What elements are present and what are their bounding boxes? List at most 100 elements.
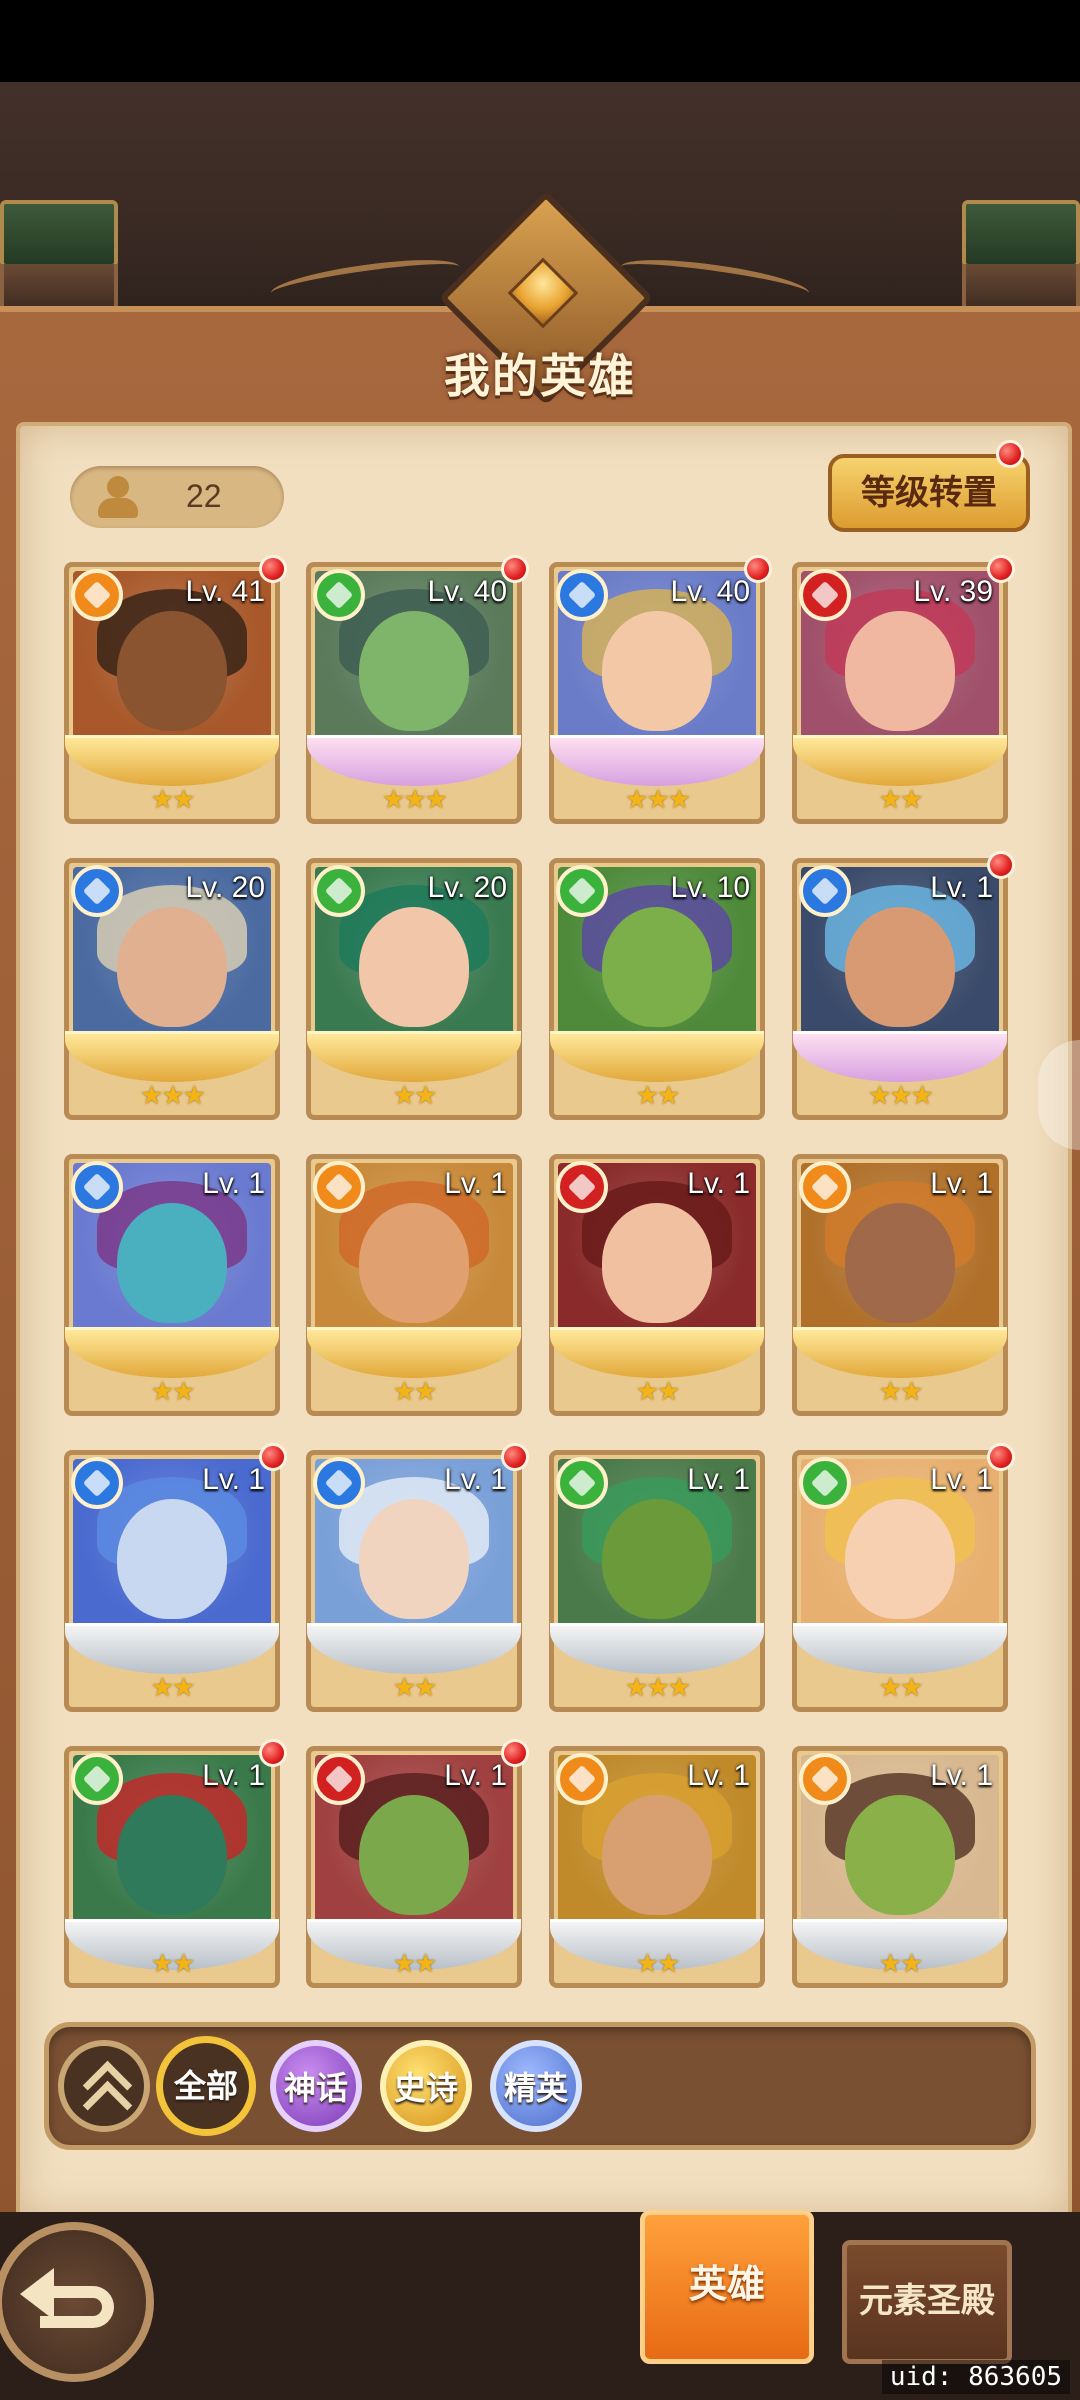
hero-rarity-frame: [793, 1327, 1007, 1378]
hero-card[interactable]: ★★★ Lv. 40: [306, 555, 529, 824]
hero-card[interactable]: ★★★ Lv. 1: [792, 851, 1015, 1120]
hero-rarity-frame: [65, 1327, 279, 1378]
hero-card[interactable]: ★★ Lv. 1: [792, 1746, 1008, 1988]
element-water-icon: [71, 865, 123, 917]
hero-card[interactable]: ★★ Lv. 1: [306, 1154, 522, 1416]
filter-epic-button[interactable]: 史诗: [380, 2040, 472, 2132]
hero-level: Lv. 1: [444, 1167, 507, 1200]
hero-stars: ★★: [392, 1948, 438, 1978]
hero-level: Lv. 1: [930, 1167, 993, 1200]
element-water-icon: [799, 865, 851, 917]
hero-rarity-frame: [550, 735, 764, 786]
hero-card[interactable]: ★★ Lv. 20: [306, 858, 522, 1120]
element-wind-icon: [313, 865, 365, 917]
hero-stars: ★★: [878, 1376, 924, 1406]
hero-stars: ★★: [392, 1376, 438, 1406]
notification-dot: [259, 555, 287, 583]
notification-dot: [501, 555, 529, 583]
level-transfer-button[interactable]: 等级转置: [828, 454, 1030, 532]
element-wind-icon: [556, 1457, 608, 1509]
collapse-button[interactable]: [58, 2040, 150, 2132]
element-red-icon: [313, 1753, 365, 1805]
filter-elite-button[interactable]: 精英: [490, 2040, 582, 2132]
hero-rarity-frame: [65, 1031, 279, 1082]
hero-stars: ★★: [635, 1948, 681, 1978]
hero-level: Lv. 40: [427, 575, 508, 608]
element-red-icon: [799, 569, 851, 621]
hero-stars: ★★: [150, 1672, 196, 1702]
hero-card[interactable]: ★★ Lv. 1: [792, 1443, 1015, 1712]
hero-card[interactable]: ★★ Lv. 1: [549, 1746, 765, 1988]
hero-level: Lv. 20: [427, 871, 508, 904]
hero-card[interactable]: ★★ Lv. 1: [64, 1443, 287, 1712]
hero-stars: ★★★: [868, 1080, 934, 1110]
notification-dot: [501, 1739, 529, 1767]
hero-rarity-frame: [65, 735, 279, 786]
hero-card[interactable]: ★★ Lv. 1: [64, 1739, 287, 1988]
hero-card[interactable]: ★★ Lv. 39: [792, 555, 1015, 824]
notification-dot: [987, 555, 1015, 583]
element-water-icon: [71, 1457, 123, 1509]
hero-card[interactable]: ★★ Lv. 1: [549, 1154, 765, 1416]
hero-rarity-frame: [793, 1031, 1007, 1082]
hero-level: Lv. 20: [185, 871, 266, 904]
element-water-icon: [556, 569, 608, 621]
hero-stars: ★★: [878, 1672, 924, 1702]
notification-dot: [996, 440, 1024, 468]
notification-dot: [259, 1739, 287, 1767]
element-wind-icon: [556, 865, 608, 917]
uid-label: uid: 863605: [881, 2360, 1070, 2394]
notification-dot: [501, 1443, 529, 1471]
hero-card[interactable]: ★★ Lv. 41: [64, 555, 287, 824]
element-wind-icon: [71, 1753, 123, 1805]
hero-count-value: 22: [186, 478, 222, 514]
filter-myth-button[interactable]: 神话: [270, 2040, 362, 2132]
hero-stars: ★★: [635, 1376, 681, 1406]
hero-rarity-frame: [307, 1327, 521, 1378]
hero-level: Lv. 1: [202, 1167, 265, 1200]
hero-card[interactable]: ★★ Lv. 1: [306, 1739, 529, 1988]
hero-level: Lv. 1: [930, 1463, 993, 1496]
hero-stars: ★★: [150, 784, 196, 814]
hero-level: Lv. 1: [687, 1759, 750, 1792]
hero-level: Lv. 10: [670, 871, 751, 904]
element-fire-icon: [556, 1753, 608, 1805]
hero-rarity-frame: [307, 735, 521, 786]
hero-card[interactable]: ★★★ Lv. 1: [549, 1450, 765, 1712]
filter-all-button[interactable]: 全部: [156, 2036, 256, 2136]
hero-rarity-frame: [550, 1031, 764, 1082]
hero-level: Lv. 1: [202, 1759, 265, 1792]
hero-level: Lv. 41: [185, 575, 266, 608]
hero-stars: ★★: [392, 1672, 438, 1702]
hero-level: Lv. 1: [444, 1759, 507, 1792]
hero-stars: ★★★: [140, 1080, 206, 1110]
element-fire-icon: [313, 1161, 365, 1213]
hero-card[interactable]: ★★★ Lv. 20: [64, 858, 280, 1120]
hero-level: Lv. 1: [930, 1759, 993, 1792]
element-water-icon: [71, 1161, 123, 1213]
notification-dot: [987, 1443, 1015, 1471]
tab-element-temple[interactable]: 元素圣殿: [842, 2240, 1012, 2364]
hero-card[interactable]: ★★ Lv. 10: [549, 858, 765, 1120]
hero-card[interactable]: ★★ Lv. 1: [64, 1154, 280, 1416]
element-fire-icon: [799, 1161, 851, 1213]
hero-rarity-frame: [307, 1623, 521, 1674]
hero-level: Lv. 1: [202, 1463, 265, 1496]
hero-rarity-frame: [65, 1623, 279, 1674]
hero-stars: ★★★: [625, 784, 691, 814]
hero-stars: ★★: [635, 1080, 681, 1110]
hero-card[interactable]: ★★ Lv. 1: [306, 1443, 529, 1712]
hero-level: Lv. 1: [930, 871, 993, 904]
hero-count-badge: 22: [70, 466, 284, 528]
back-button[interactable]: [0, 2222, 154, 2382]
hero-stars: ★★★: [625, 1672, 691, 1702]
hero-rarity-frame: [793, 1623, 1007, 1674]
hero-card[interactable]: ★★ Lv. 1: [792, 1154, 1008, 1416]
person-icon: [98, 476, 138, 520]
hero-level: Lv. 40: [670, 575, 751, 608]
element-wind-icon: [313, 569, 365, 621]
element-water-icon: [313, 1457, 365, 1509]
hero-card[interactable]: ★★★ Lv. 40: [549, 555, 772, 824]
notification-dot: [987, 851, 1015, 879]
tab-hero[interactable]: 英雄: [640, 2210, 814, 2364]
